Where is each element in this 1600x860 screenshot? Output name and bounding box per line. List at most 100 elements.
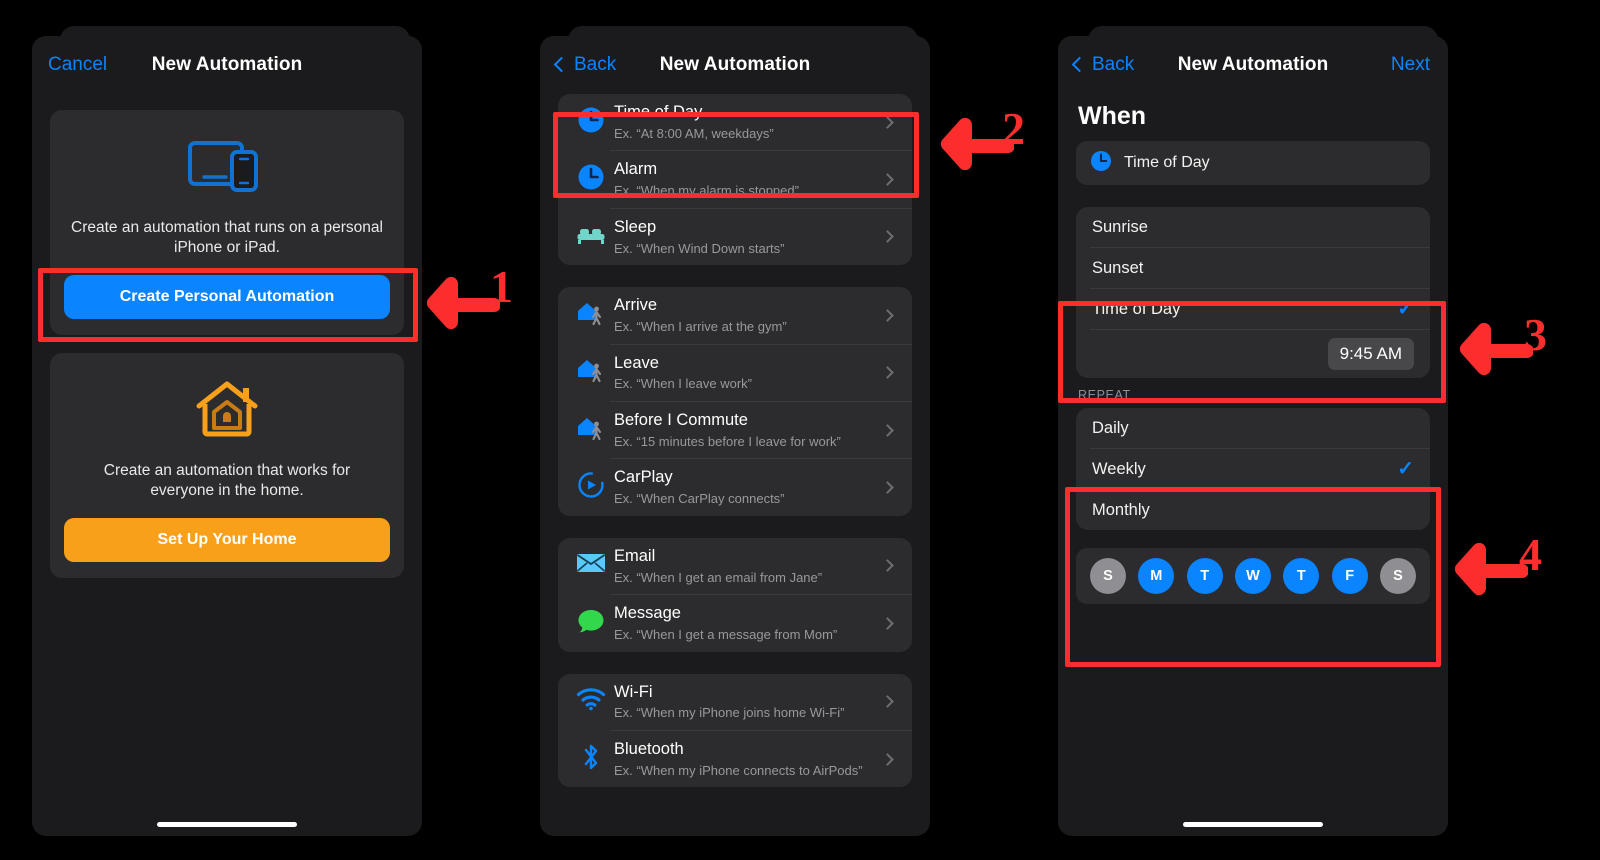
- option-row[interactable]: Monthly: [1076, 490, 1430, 530]
- weekday-circle[interactable]: M: [1138, 558, 1175, 594]
- trigger-row[interactable]: Time of Day Ex. “At 8:00 AM, weekdays”: [558, 94, 912, 150]
- back-label: Back: [1092, 54, 1135, 75]
- trigger-row[interactable]: Bluetooth Ex. “When my iPhone connects to…: [558, 731, 912, 787]
- trigger-row-example: Ex. “At 8:00 AM, weekdays”: [614, 125, 774, 141]
- set-up-your-home-button[interactable]: Set Up Your Home: [64, 517, 390, 562]
- cancel-button[interactable]: Cancel: [48, 54, 107, 76]
- chevron-right-icon: [881, 366, 894, 380]
- bed-icon: [576, 222, 606, 251]
- chevron-right-icon: [881, 481, 894, 494]
- trigger-row-title: Alarm: [614, 160, 658, 179]
- panel1-navbar: Cancel New Automation: [32, 36, 422, 94]
- trigger-row[interactable]: Before I Commute Ex. “15 minutes before I…: [558, 402, 912, 458]
- trigger-row-icon: [572, 163, 610, 197]
- trigger-row-icon: [572, 220, 610, 254]
- annotation-number-3: 3: [1524, 309, 1547, 360]
- trigger-summary-label: Time of Day: [1124, 154, 1210, 171]
- weekday-circle[interactable]: F: [1331, 558, 1368, 594]
- trigger-group: Wi-Fi Ex. “When my iPhone joins home Wi-F…: [558, 673, 912, 788]
- repeat-option-list: Daily Weekly ✓ Monthly: [1076, 408, 1430, 530]
- trigger-row-example: Ex. “When CarPlay connects”: [614, 491, 785, 507]
- trigger-row-example: Ex. “When Wind Down starts”: [614, 240, 785, 256]
- annotation-number-1: 1: [490, 261, 513, 312]
- trigger-row-icon: [572, 685, 610, 719]
- option-row[interactable]: Time of Day ✓: [1076, 289, 1430, 329]
- home-automation-description: Create an automation that works for ever…: [103, 461, 351, 500]
- chevron-left-icon: [553, 56, 570, 73]
- checkmark-icon: ✓: [1397, 298, 1414, 320]
- option-label: Weekly: [1092, 459, 1146, 478]
- trigger-row-icon: [572, 413, 610, 447]
- back-button[interactable]: Back: [1071, 54, 1135, 76]
- weekday-circle[interactable]: T: [1283, 558, 1320, 594]
- panel3-navbar: Back New Automation Next: [1058, 36, 1448, 94]
- chevron-right-icon: [881, 173, 894, 186]
- create-personal-automation-button[interactable]: Create Personal Automation: [64, 274, 390, 319]
- chevron-right-icon: [881, 308, 894, 322]
- trigger-row-icon: [572, 356, 610, 390]
- trigger-row-text: Email Ex. “When I get an email from Jane”: [614, 547, 883, 585]
- panel1-phone-screen: Cancel New Automation Create an automati…: [32, 36, 422, 836]
- trigger-row-title: Before I Commute: [614, 410, 748, 429]
- email-icon: [576, 552, 606, 579]
- option-row[interactable]: Daily: [1076, 408, 1430, 448]
- trigger-row-title: Email: [614, 546, 656, 565]
- trigger-summary-row[interactable]: Time of Day: [1076, 141, 1430, 185]
- trigger-row-text: Sleep Ex. “When Wind Down starts”: [614, 218, 883, 256]
- trigger-row-icon: [572, 298, 610, 332]
- chevron-right-icon: [881, 752, 894, 766]
- bluetooth-icon: [580, 742, 602, 777]
- trigger-row[interactable]: Message Ex. “When I get a message from Mo…: [558, 595, 912, 651]
- trigger-row-text: Leave Ex. “When I leave work”: [614, 354, 883, 392]
- person-arrive-icon: [576, 299, 606, 332]
- chevron-right-icon: [881, 559, 894, 573]
- trigger-row-title: Sleep: [614, 217, 657, 236]
- trigger-row[interactable]: Wi-Fi Ex. “When my iPhone joins home Wi-F…: [558, 674, 912, 730]
- set-up-home-card: Create an automation that works for ever…: [50, 352, 404, 578]
- chevron-right-icon: [881, 695, 894, 709]
- weekday-circle[interactable]: S: [1090, 558, 1126, 594]
- trigger-row-text: Before I Commute Ex. “15 minutes before I…: [614, 411, 883, 449]
- clock-icon: [1090, 150, 1112, 177]
- panel3-phone-screen: Back New Automation Next When Time of Da…: [1058, 36, 1448, 836]
- trigger-row-text: CarPlay Ex. “When CarPlay connects”: [614, 468, 883, 506]
- clock-icon: [577, 163, 605, 196]
- trigger-row-example: Ex. “When my alarm is stopped”: [614, 183, 799, 199]
- option-row[interactable]: Sunrise: [1076, 207, 1430, 247]
- trigger-row-icon: [572, 105, 610, 139]
- clock-icon: [577, 106, 605, 139]
- trigger-group: Time of Day Ex. “At 8:00 AM, weekdays” Ala…: [558, 94, 912, 266]
- trigger-row-text: Message Ex. “When I get a message from Mo…: [614, 604, 883, 642]
- trigger-row[interactable]: CarPlay Ex. “When CarPlay connects”: [558, 459, 912, 515]
- trigger-row-example: Ex. “When I arrive at the gym”: [614, 318, 787, 334]
- chevron-right-icon: [881, 423, 894, 437]
- option-label: Sunset: [1092, 258, 1144, 277]
- weekday-circle[interactable]: W: [1234, 558, 1271, 594]
- panel2-phone-screen: Back New Automation Time of Day Ex. “At 8…: [540, 36, 930, 836]
- back-button[interactable]: Back: [553, 54, 616, 76]
- annotation-arrow-1: [424, 272, 500, 338]
- annotation-number-4: 4: [1519, 529, 1542, 580]
- annotation-number-2: 2: [1002, 103, 1025, 154]
- trigger-row-icon: [572, 742, 610, 776]
- trigger-row-text: Bluetooth Ex. “When my iPhone connects to…: [614, 740, 883, 778]
- option-label: Monthly: [1092, 500, 1150, 519]
- annotation-arrow-4: [1452, 538, 1528, 604]
- next-button[interactable]: Next: [1391, 54, 1430, 76]
- weekday-circle[interactable]: T: [1186, 558, 1223, 594]
- weekday-circle[interactable]: S: [1379, 558, 1416, 594]
- trigger-row[interactable]: Sleep Ex. “When Wind Down starts”: [558, 209, 912, 265]
- option-row[interactable]: Sunset: [1076, 248, 1430, 288]
- selected-time-value[interactable]: 9:45 AM: [1327, 338, 1414, 370]
- option-label: Time of Day: [1092, 299, 1181, 318]
- trigger-row[interactable]: Alarm Ex. “When my alarm is stopped”: [558, 151, 912, 207]
- trigger-row-text: Arrive Ex. “When I arrive at the gym”: [614, 296, 883, 334]
- trigger-row[interactable]: Leave Ex. “When I leave work”: [558, 345, 912, 401]
- trigger-row[interactable]: Email Ex. “When I get an email from Jane”: [558, 538, 912, 594]
- time-picker-row[interactable]: 9:45 AM: [1076, 330, 1430, 378]
- option-row[interactable]: Weekly ✓: [1076, 449, 1430, 489]
- chevron-right-icon: [881, 115, 894, 129]
- trigger-row-example: Ex. “When I leave work”: [614, 376, 752, 392]
- trigger-row-icon: [572, 549, 610, 583]
- trigger-row[interactable]: Arrive Ex. “When I arrive at the gym”: [558, 287, 912, 343]
